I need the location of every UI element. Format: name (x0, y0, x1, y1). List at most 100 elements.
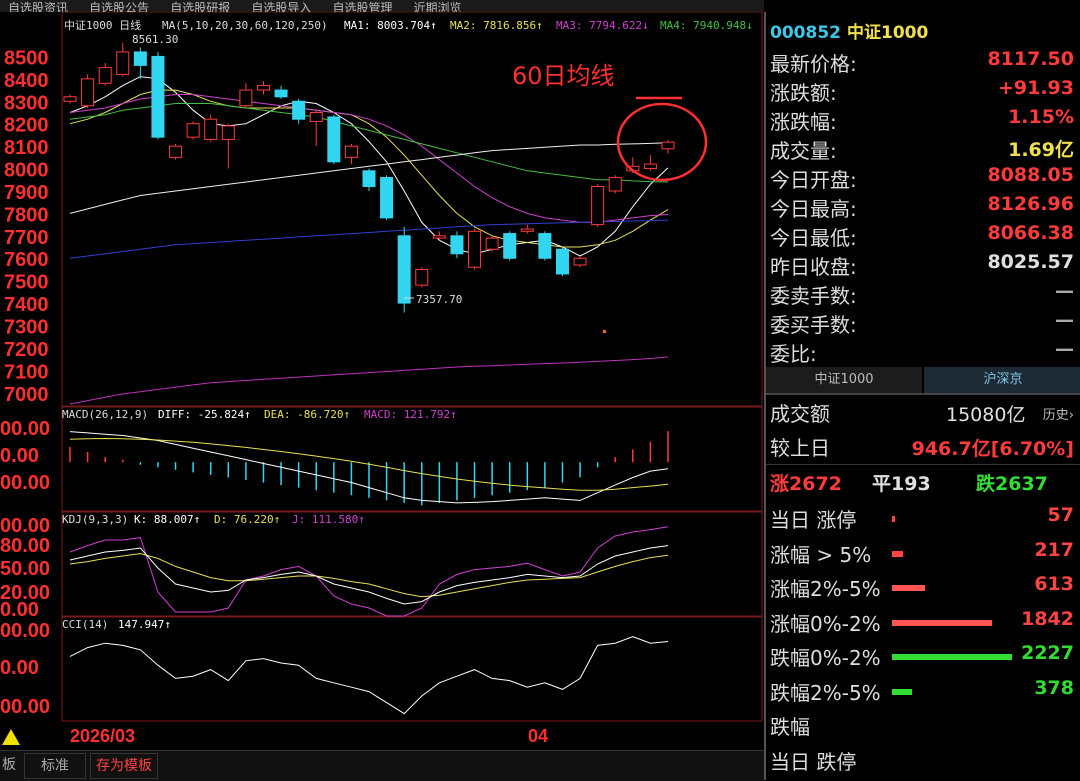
candle-body (573, 257, 587, 266)
breadth-value: 217 (1034, 538, 1074, 561)
macd-pane[interactable]: MACD(26,12,9) DIFF: -25.824↑ DEA: -86.72… (0, 406, 763, 512)
breadth-bar (892, 619, 992, 626)
breadth-row: 涨幅2%-5% 613 (766, 571, 1078, 605)
menu-item-import[interactable]: 自选股导入 (251, 2, 311, 12)
candle-body (468, 230, 482, 268)
y-tick-label: 7800 (4, 204, 49, 226)
tab-csi1000[interactable]: 中证1000 (766, 367, 922, 393)
quote-row: 昨日收盘: 8025.57 (766, 251, 1078, 280)
y-tick-label: 00.00 (0, 418, 50, 440)
quote-row: 今日开盘: 8088.05 (766, 164, 1078, 193)
menu-item-recent[interactable]: 近期浏览 (414, 2, 462, 12)
kdj-j: J: 111.580↑ (292, 513, 365, 526)
cci-value: 147.947↑ (118, 618, 171, 631)
menu-item-announcements[interactable]: 自选股公告 (89, 2, 149, 12)
breadth-label: 当日 涨停 (770, 508, 857, 532)
low-label: 7357.70 (416, 293, 462, 306)
breadth-value: 57 (1047, 504, 1074, 526)
candle-body (503, 233, 517, 259)
candle-body (327, 116, 341, 163)
candle-body (151, 55, 165, 138)
breadth-row: 跌幅0%-2% 2227 (766, 640, 1078, 674)
candle-body (116, 51, 130, 75)
y-tick-label: 7500 (4, 272, 49, 294)
quote-label: 昨日收盘: (770, 255, 857, 279)
candle-body (450, 235, 464, 255)
candle-body (643, 163, 657, 170)
kline-pane[interactable]: 8500840083008200810080007900780077007600… (4, 12, 763, 407)
tab-shsz[interactable]: 沪深京 (924, 367, 1080, 393)
history-link[interactable]: 历史› (1043, 404, 1074, 423)
ma1-value: MA1: 8003.704↑ (344, 19, 437, 32)
top-menu: 自选股资讯 自选股公告 自选股研报 自选股导入 自选股管理 近期浏览 (0, 0, 764, 12)
y-tick-label: 0.00 (0, 599, 39, 621)
candle-body (221, 125, 235, 140)
ma4-value: MA4: 7940.948↓ (660, 19, 753, 32)
candle-body (344, 145, 358, 158)
menu-item-research[interactable]: 自选股研报 (170, 2, 230, 12)
quote-label: 成交量: (770, 139, 837, 163)
market-tabs: 中证1000 沪深京 (766, 367, 1080, 393)
kdj-k: K: 88.007↑ (134, 513, 200, 526)
quote-label: 委比: (770, 342, 817, 366)
turnover-label: 成交额 (770, 402, 830, 426)
candle-body (309, 111, 323, 122)
quote-row: 委卖手数: — (766, 280, 1078, 309)
vs-label: 较上日 (770, 436, 830, 460)
candle-body (432, 235, 446, 239)
kdj-frame (61, 511, 763, 617)
candle-body (661, 141, 675, 150)
save-template-tab[interactable]: 存为模板 (90, 753, 158, 779)
quote-value: +91.93 (997, 77, 1074, 99)
quote-row: 委买手数: — (766, 309, 1078, 338)
kdj-title: KDJ(9,3,3) (62, 513, 128, 526)
x-axis-date: 2026/03 (70, 726, 135, 746)
cci-pane[interactable]: CCI(14) 147.947↑ 00.00 0.00 00.00 (0, 616, 763, 722)
candle-body (98, 67, 112, 84)
breadth-bar (892, 516, 895, 522)
y-tick-label: 7200 (4, 339, 49, 361)
kline-frame (61, 12, 763, 407)
macd-diff: DIFF: -25.824↑ (158, 408, 251, 421)
breadth-summary: 涨2672 平193 跌2637 (766, 467, 1078, 501)
board-tab[interactable]: 板 (2, 753, 18, 777)
quote-label: 涨跌幅: (770, 110, 837, 134)
warning-icon[interactable] (2, 729, 20, 745)
quote-row: 涨跌幅: 1.15% (766, 106, 1078, 135)
menu-item-manage[interactable]: 自选股管理 (332, 2, 392, 12)
cci-title: CCI(14) (62, 618, 108, 631)
breadth-label: 涨幅0%-2% (770, 611, 881, 636)
breadth-value: 378 (1034, 676, 1074, 699)
bottom-toolbar: 板 标准 存为模板 (0, 750, 764, 781)
quote-label: 委卖手数: (770, 284, 857, 308)
breadth-bar (892, 654, 1012, 660)
candle-body (591, 185, 605, 226)
breadth-row: 涨幅 > 5% 217 (766, 537, 1078, 571)
candle-body (81, 78, 95, 107)
quote-panel: 000852 中证1000 最新价格: 8117.50 涨跌额: +91.93 涨跌幅: 1… (764, 12, 1080, 780)
candle-body (485, 237, 499, 250)
breadth-value: 2227 (1021, 642, 1074, 664)
kdj-y-axis: 00.0080.0050.0020.000.00 (0, 515, 50, 621)
macd-title: MACD(26,12,9) (62, 408, 148, 421)
y-tick-label: 8200 (4, 115, 49, 137)
kdj-pane[interactable]: KDJ(9,3,3) K: 88.007↑ D: 76.220↑ J: 111.… (0, 511, 763, 621)
quote-value: 8126.96 (987, 193, 1074, 215)
x-axis-month: 04 (528, 726, 548, 746)
macd-dea: DEA: -86.720↑ (264, 408, 350, 421)
quote-value: — (1055, 280, 1074, 302)
chart-area[interactable]: 8500840083008200810080007900780077007600… (0, 12, 764, 750)
standard-tab[interactable]: 标准 (24, 753, 86, 779)
y-tick-label: 00.00 (0, 515, 50, 537)
flat-count: 平193 (872, 473, 931, 495)
menu-item-news[interactable]: 自选股资讯 (8, 2, 68, 12)
quote-value: 8088.05 (987, 164, 1074, 186)
breadth-row: 跌幅2%-5% 378 (766, 675, 1078, 709)
quote-label: 委买手数: (770, 313, 857, 337)
candle-body (256, 85, 270, 91)
y-tick-label: 7900 (4, 182, 49, 204)
ma3-value: MA3: 7794.622↓ (556, 19, 649, 32)
y-tick-label: 7300 (4, 317, 49, 339)
candle-body (538, 233, 552, 259)
candle-body (133, 51, 147, 66)
